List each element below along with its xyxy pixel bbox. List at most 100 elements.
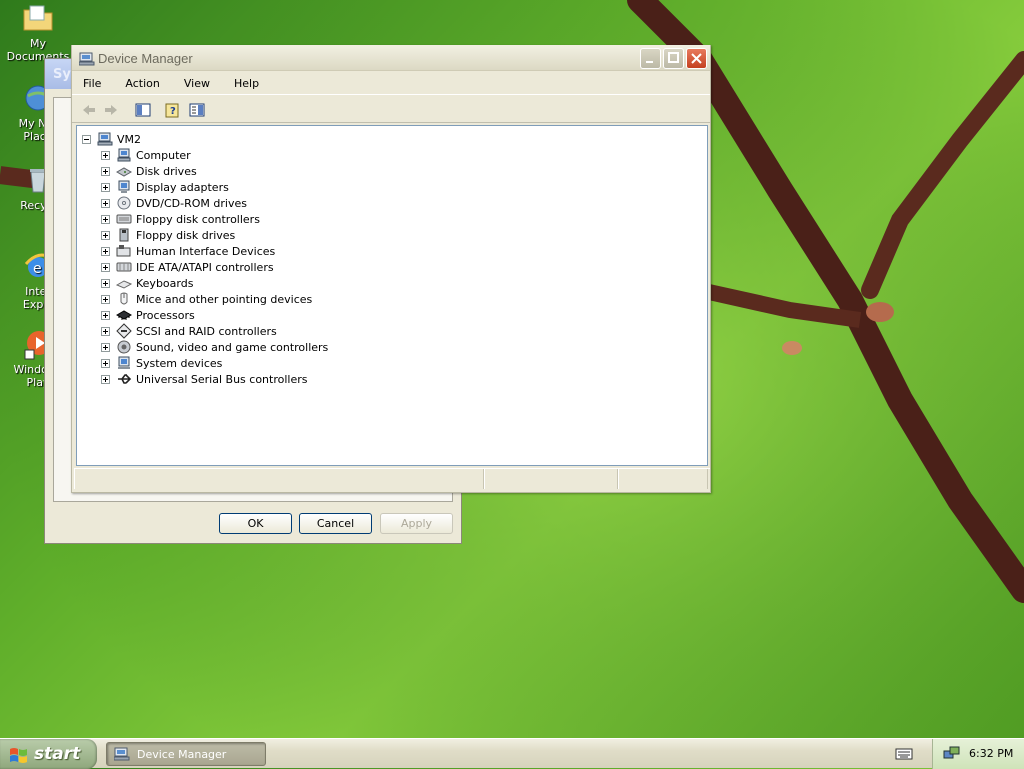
usb-icon (118, 374, 132, 384)
scsi-icon (116, 323, 132, 339)
expand-icon[interactable] (101, 326, 110, 336)
tree-item[interactable]: IDE ATA/ATAPI controllers (101, 259, 274, 275)
minimize-button[interactable] (640, 48, 661, 69)
title-bar[interactable]: Device Manager (72, 45, 710, 71)
expand-icon[interactable] (101, 182, 110, 192)
status-pane (74, 469, 484, 489)
taskbar: start Device Manager 6:32 PM (0, 738, 1024, 769)
device-manager-icon (79, 52, 95, 66)
tree-item[interactable]: DVD/CD-ROM drives (101, 195, 247, 211)
computer-icon (97, 132, 113, 146)
expand-icon[interactable] (101, 214, 110, 224)
windows-flag-icon (10, 748, 27, 763)
close-icon (691, 53, 702, 64)
maximize-button[interactable] (663, 48, 684, 69)
tree-item[interactable]: SCSI and RAID controllers (101, 323, 277, 339)
status-bar (74, 468, 710, 489)
tree-item[interactable]: Keyboards (101, 275, 193, 291)
ok-button[interactable]: OK (219, 513, 292, 534)
expand-icon[interactable] (101, 166, 110, 176)
start-button[interactable]: start (0, 739, 97, 769)
cdrom-icon (117, 196, 131, 210)
expand-icon[interactable] (101, 230, 110, 240)
minimize-icon (646, 61, 653, 63)
keyboard-icon[interactable] (895, 747, 913, 761)
expand-icon[interactable] (101, 262, 110, 272)
display-adapter-icon (118, 180, 130, 193)
mouse-icon (120, 292, 128, 305)
collapse-icon[interactable] (82, 134, 91, 144)
menu-file[interactable]: File (78, 75, 101, 90)
help-icon[interactable]: ? (164, 101, 182, 119)
expand-icon[interactable] (101, 310, 110, 320)
tree-item-label: Computer (136, 148, 191, 162)
forward-icon[interactable] (102, 101, 120, 119)
disk-drive-icon (116, 167, 132, 177)
tree-item[interactable]: Disk drives (101, 163, 197, 179)
cancel-button[interactable]: Cancel (299, 513, 372, 534)
menu-view[interactable]: View (179, 75, 210, 90)
tree-item[interactable]: Floppy disk controllers (101, 211, 260, 227)
tree-item-label: Sound, video and game controllers (136, 340, 329, 354)
tree-item[interactable]: Human Interface Devices (101, 243, 275, 259)
tree-item-label: IDE ATA/ATAPI controllers (136, 260, 274, 274)
back-icon[interactable] (80, 101, 98, 119)
folder-icon (23, 5, 53, 31)
expand-icon[interactable] (101, 278, 110, 288)
hid-icon (116, 245, 131, 257)
device-manager-icon (114, 747, 130, 761)
system-devices-icon (118, 356, 130, 369)
properties-icon[interactable] (188, 101, 206, 119)
expand-icon[interactable] (101, 294, 110, 304)
window-title: Device Manager (98, 51, 193, 66)
tree-item-label: Disk drives (136, 164, 197, 178)
menu-help[interactable]: Help (229, 75, 259, 90)
tree-item-label: Processors (136, 308, 195, 322)
svg-text:e: e (33, 261, 42, 277)
start-label: start (34, 744, 81, 764)
close-button[interactable] (686, 48, 707, 69)
tree-item-label: DVD/CD-ROM drives (136, 196, 247, 210)
tree-item[interactable]: Display adapters (101, 179, 229, 195)
taskbar-button-device-manager[interactable]: Device Manager (106, 742, 266, 766)
tree-item[interactable]: Sound, video and game controllers (101, 339, 328, 355)
tree-item[interactable]: Processors (101, 307, 195, 323)
expand-icon[interactable] (101, 358, 110, 368)
expand-icon[interactable] (101, 374, 110, 384)
tree-item-label: Mice and other pointing devices (136, 292, 313, 306)
tree-item-label: Floppy disk controllers (136, 212, 260, 226)
toolbar: ? (72, 95, 710, 123)
expand-icon[interactable] (101, 246, 110, 256)
tree-item-label: Keyboards (136, 276, 194, 290)
apply-button[interactable]: Apply (380, 513, 453, 534)
expand-icon[interactable] (101, 150, 110, 160)
tree-item[interactable]: Universal Serial Bus controllers (101, 371, 307, 387)
computer-icon (117, 148, 131, 162)
tree-root-label: VM2 (117, 132, 142, 146)
status-pane (618, 469, 708, 489)
status-pane (484, 469, 618, 489)
expand-icon[interactable] (101, 342, 110, 352)
tree-root[interactable]: VM2 (82, 131, 141, 147)
tree-item[interactable]: System devices (101, 355, 222, 371)
tree-item-label: Display adapters (136, 180, 229, 194)
tree-item-label: Floppy disk drives (136, 228, 236, 242)
desktop-icon-my-documents[interactable]: My Documents (0, 2, 76, 63)
menu-bar: File Action View Help (72, 71, 710, 95)
taskbar-button-label: Device Manager (137, 748, 227, 761)
tree-item-label: Human Interface Devices (136, 244, 276, 258)
system-tray: 6:32 PM (932, 739, 1024, 769)
network-tray-icon[interactable] (943, 745, 961, 761)
maximize-icon (668, 52, 679, 63)
tree-item[interactable]: Floppy disk drives (101, 227, 235, 243)
tree-item-label: System devices (136, 356, 223, 370)
tree-item[interactable]: Mice and other pointing devices (101, 291, 312, 307)
expand-icon[interactable] (101, 198, 110, 208)
clock[interactable]: 6:32 PM (969, 747, 1013, 760)
show-hide-console-tree-icon[interactable] (134, 101, 152, 119)
tree-item[interactable]: Computer (101, 147, 191, 163)
menu-action[interactable]: Action (120, 75, 159, 90)
processor-icon (116, 310, 132, 320)
device-manager-window: Device Manager File Action View Help ? V… (71, 45, 711, 493)
ide-controller-icon (116, 262, 132, 272)
